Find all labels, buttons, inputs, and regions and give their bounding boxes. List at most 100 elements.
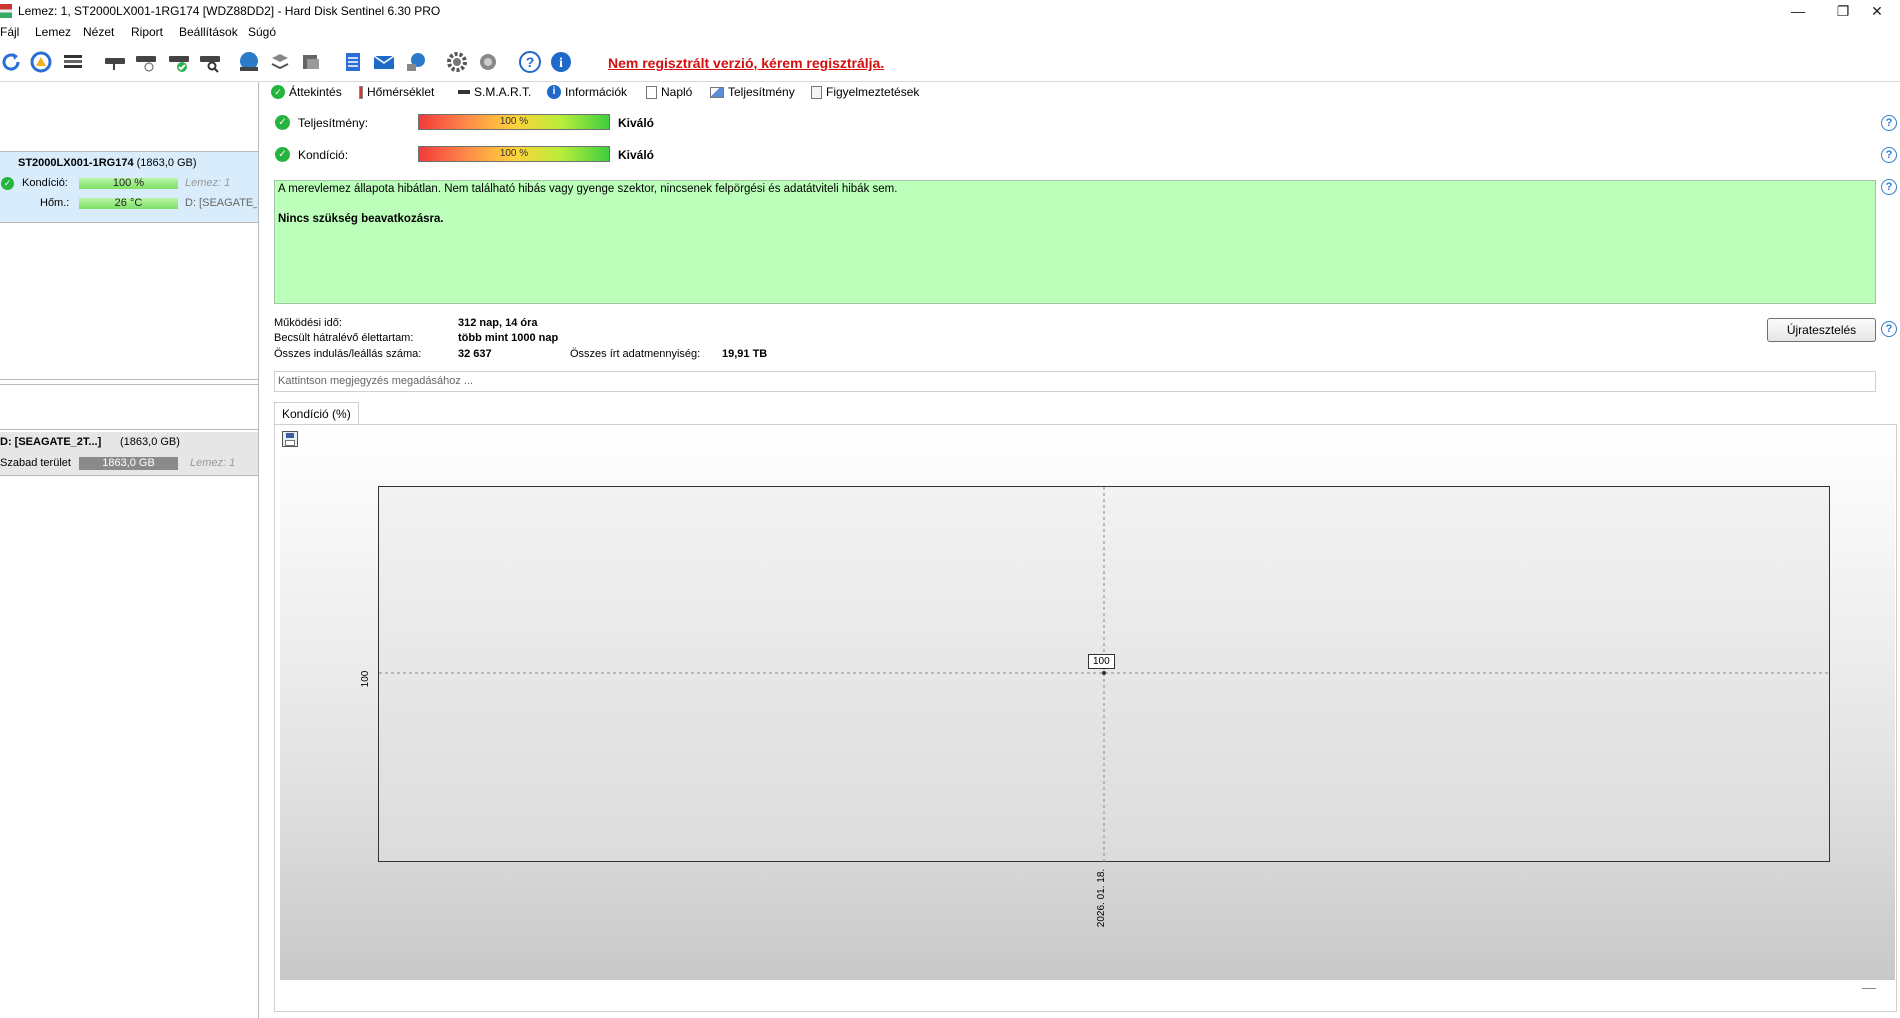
tab-label: Figyelmeztetések [826,85,920,99]
performance-rating: Kiváló [618,116,655,130]
tab-log[interactable]: Napló [646,85,692,99]
svg-text:?: ? [526,54,535,70]
x-tick-label: 2026. 01. 18. [1096,868,1107,928]
y-tick-label: 100 [360,670,371,688]
partition-entry[interactable]: D: [SEAGATE_2T...] (1863,0 GB) Szabad te… [0,432,258,476]
drive-icon[interactable] [298,49,324,75]
menu-bar: Fájl Lemez Nézet Riport Beállítások Súgó [0,22,1900,42]
menu-settings[interactable]: Beállítások [179,25,238,39]
data-point [1102,671,1106,675]
copy-icon [811,85,822,99]
free-space-label: Szabad terület [0,457,71,469]
retest-button[interactable]: Újratesztelés [1767,318,1876,342]
note-input[interactable]: Kattintson megjegyzés megadásához ... [274,371,1876,392]
notepad-icon[interactable] [340,49,366,75]
toolbar: ? i [0,42,1900,82]
partition-ref: D: [SEAGATE_ [185,197,257,209]
partition-size: (1863,0 GB) [120,436,180,448]
written-value: 19,91 TB [722,348,768,360]
startstop-label: Összes indulás/leállás száma: [274,348,422,360]
help-icon[interactable]: ? [1881,179,1897,195]
tab-alerts[interactable]: Figyelmeztetések [811,85,919,99]
disk-health-label: Kondíció: [22,177,68,189]
help-icon[interactable]: ? [1881,147,1897,163]
title-bar: Lemez: 1, ST2000LX001-1RG174 [WDZ88DD2] … [0,0,1900,22]
tab-label: Hőmérséklet [367,85,435,99]
network-disk-icon[interactable] [267,49,293,75]
power-on-label: Működési idő: [274,317,342,329]
tab-performance[interactable]: Teljesítmény [710,85,795,99]
left-panel: ST2000LX001-1RG174 (1863,0 GB) ✓ Kondíci… [0,82,259,1018]
performance-label: Teljesítmény: [298,116,369,130]
globe-icon[interactable] [236,49,262,75]
disk-entry[interactable]: ST2000LX001-1RG174 (1863,0 GB) ✓ Kondíci… [0,152,258,222]
chart-plot-area [378,486,1831,863]
save-icon[interactable] [282,431,298,447]
gear-icon[interactable] [444,49,470,75]
disk-size: (1863,0 GB) [136,157,197,169]
thermometer-icon [359,85,363,99]
written-label: Összes írt adatmennyiség: [570,348,701,360]
resize-handle[interactable] [1862,988,1876,989]
mail-icon[interactable] [371,49,397,75]
menu-disk[interactable]: Lemez [35,25,71,39]
status-message-box: A merevlemez állapota hibátlan. Nem talá… [274,180,1876,304]
status-action: Nincs szükség beavatkozásra. [278,213,444,225]
tab-overview[interactable]: ✓ Áttekintés [271,85,342,99]
minimize-button[interactable]: — [1775,0,1821,22]
power-on-value: 312 nap, 14 óra [458,317,538,329]
left-panel-spacer-2 [0,384,258,430]
disk-list-icon[interactable] [60,49,86,75]
registration-link[interactable]: Nem regisztrált verzió, kérem regisztrál… [608,55,884,71]
disk-temp-bar: 26 °C [79,198,178,209]
document-icon [646,85,657,99]
info-icon: i [547,85,561,99]
close-button[interactable]: ✕ [1854,0,1900,22]
disk-clock-icon[interactable] [133,49,159,75]
app-icon [0,4,12,18]
tab-temperature[interactable]: Hőmérséklet [359,85,434,99]
free-space-bar: 1863,0 GB [79,457,178,470]
disk-health-bar: 100 % [79,178,178,189]
menu-help[interactable]: Súgó [248,25,276,39]
help-icon[interactable]: ? [1881,115,1897,131]
help-icon[interactable]: ? [517,49,543,75]
refresh-icon[interactable] [0,49,24,75]
startstop-value: 32 637 [458,348,492,360]
lifetime-value: több mint 1000 nap [458,332,559,344]
partition-disk-ref: Lemez: 1 [190,457,236,469]
tab-label: Teljesítmény [728,85,795,99]
menu-view[interactable]: Nézet [83,25,114,39]
network-icon[interactable] [404,49,430,75]
disk-check-icon[interactable] [166,49,192,75]
ok-check-icon: ✓ [275,115,290,130]
disk-search-icon[interactable] [197,49,223,75]
menu-report[interactable]: Riport [131,25,163,39]
left-panel-spacer [0,222,258,380]
health-bar: 100 % [418,146,610,162]
info-icon[interactable]: i [548,49,574,75]
tab-information[interactable]: i Információk [547,85,627,99]
disk-temp-label: Hőm.: [40,197,70,209]
lifetime-label: Becsült hátralévő élettartam: [274,332,414,344]
disk-icon [458,90,470,94]
disk-ref: Lemez: 1 [185,177,231,189]
health-label: Kondíció: [298,148,349,162]
help-icon[interactable]: ? [1881,321,1897,337]
app-window: Lemez: 1, ST2000LX001-1RG174 [WDZ88DD2] … [0,0,1900,1018]
ok-check-icon: ✓ [275,147,290,162]
gear-alt-icon[interactable] [475,49,501,75]
ok-check-icon: ✓ [271,85,285,99]
partition-name: D: [SEAGATE_2T...] [0,436,102,448]
health-rating: Kiváló [618,148,655,162]
tab-smart[interactable]: S.M.A.R.T. [458,85,531,99]
refresh-warning-icon[interactable] [28,49,54,75]
chart-tab-health[interactable]: Kondíció (%) [274,402,359,424]
svg-text:i: i [559,56,563,71]
status-text: A merevlemez állapota hibátlan. Nem talá… [278,183,898,195]
tab-label: Áttekintés [289,85,342,99]
menu-file[interactable]: Fájl [0,25,19,39]
disk-icon[interactable] [102,49,128,75]
performance-bar: 100 % [418,114,610,130]
chart-icon [710,86,724,98]
